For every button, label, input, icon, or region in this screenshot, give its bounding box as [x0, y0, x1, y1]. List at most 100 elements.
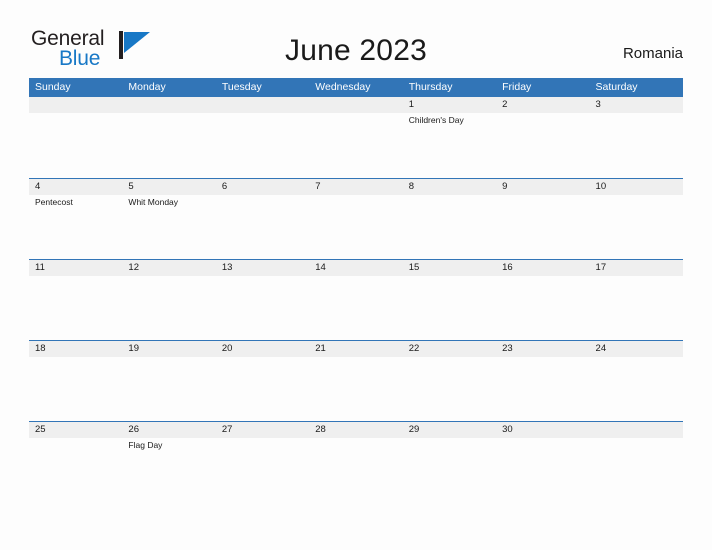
day-cell-26[interactable]: Flag Day	[122, 438, 215, 502]
day-cell-6[interactable]	[216, 195, 309, 259]
day-number-empty	[122, 97, 215, 113]
week-date-band: 18 19 20 21 22 23 24	[29, 341, 683, 357]
day-number-15[interactable]: 15	[403, 260, 496, 276]
day-cell-15[interactable]	[403, 276, 496, 340]
week-date-band: 11 12 13 14 15 16 17	[29, 260, 683, 276]
day-number-17[interactable]: 17	[590, 260, 683, 276]
day-cell-29[interactable]	[403, 438, 496, 502]
day-cell-23[interactable]	[496, 357, 589, 421]
week-date-band: 25 26 27 28 29 30	[29, 422, 683, 438]
calendar-weeks: 1 2 3 Children's Day 4 5 6 7 8 9 10 Pentecost Whit M…	[29, 97, 683, 502]
week-event-band	[29, 276, 683, 340]
day-number-19[interactable]: 19	[122, 341, 215, 357]
day-number-2[interactable]: 2	[496, 97, 589, 113]
holiday-event: Pentecost	[35, 197, 73, 207]
day-number-3[interactable]: 3	[590, 97, 683, 113]
page-header: General Blue June 2023 Romania	[0, 0, 712, 69]
day-number-23[interactable]: 23	[496, 341, 589, 357]
day-number-28[interactable]: 28	[309, 422, 402, 438]
day-cell-17[interactable]	[590, 276, 683, 340]
day-number-13[interactable]: 13	[216, 260, 309, 276]
day-number-26[interactable]: 26	[122, 422, 215, 438]
day-cell-2[interactable]	[496, 113, 589, 177]
day-cell-1[interactable]: Children's Day	[403, 113, 496, 177]
holiday-event: Flag Day	[128, 440, 163, 450]
day-number-8[interactable]: 8	[403, 179, 496, 195]
day-number-6[interactable]: 6	[216, 179, 309, 195]
weekday-header-sunday: Sunday	[35, 81, 71, 93]
day-cell-13[interactable]	[216, 276, 309, 340]
day-cell-28[interactable]	[309, 438, 402, 502]
day-cell-12[interactable]	[122, 276, 215, 340]
day-number-25[interactable]: 25	[29, 422, 122, 438]
weekday-header-thursday: Thursday	[408, 81, 453, 93]
week-event-band: Children's Day	[29, 113, 683, 177]
week-event-band: Flag Day	[29, 438, 683, 502]
calendar-grid: Sunday Monday Tuesday Wednesday Thursday Frid…	[29, 78, 683, 502]
region-label: Romania	[622, 45, 683, 62]
day-number-24[interactable]: 24	[590, 341, 683, 357]
day-cell-9[interactable]	[496, 195, 589, 259]
day-cell-empty	[216, 113, 309, 177]
day-number-22[interactable]: 22	[403, 341, 496, 357]
day-cell-10[interactable]	[590, 195, 683, 259]
day-cell-22[interactable]	[403, 357, 496, 421]
weekday-header-row: Sunday Monday Tuesday Wednesday Thursday Frid…	[29, 78, 683, 97]
week-date-band: 123	[29, 97, 683, 113]
day-number-18[interactable]: 18	[29, 341, 122, 357]
page-title: June 2023	[285, 34, 427, 67]
day-cell-19[interactable]	[122, 357, 215, 421]
holiday-event: Whit Monday	[128, 197, 179, 207]
day-number-16[interactable]: 16	[496, 260, 589, 276]
week-event-band	[29, 357, 683, 421]
day-cell-14[interactable]	[309, 276, 402, 340]
day-number-11[interactable]: 11	[29, 260, 122, 276]
day-number-27[interactable]: 27	[216, 422, 309, 438]
weekday-header-saturday: Saturday	[595, 81, 638, 93]
day-cell-11[interactable]	[29, 276, 122, 340]
day-cell-3[interactable]	[590, 113, 683, 177]
day-cell-25[interactable]	[29, 438, 122, 502]
day-cell-5[interactable]: Whit Monday	[122, 195, 215, 259]
day-number-21[interactable]: 21	[309, 341, 402, 357]
day-cell-7[interactable]	[309, 195, 402, 259]
calendar-week-row: 1 2 3 Children's Day	[29, 97, 683, 178]
holiday-event: Children's Day	[408, 115, 464, 125]
day-cell-21[interactable]	[309, 357, 402, 421]
day-number-empty	[216, 97, 309, 113]
day-cell-24[interactable]	[590, 357, 683, 421]
day-number-29[interactable]: 29	[403, 422, 496, 438]
calendar-week-row: 11 12 13 14 15 16 17	[29, 259, 683, 340]
day-number-1[interactable]: 1	[403, 97, 496, 113]
weekday-header-friday: Friday	[502, 81, 532, 93]
day-number-7[interactable]: 7	[309, 179, 402, 195]
day-cell-20[interactable]	[216, 357, 309, 421]
day-number-empty	[29, 97, 122, 113]
week-event-band: Pentecost Whit Monday	[29, 195, 683, 259]
day-cell-empty	[122, 113, 215, 177]
day-number-5[interactable]: 5	[122, 179, 215, 195]
day-cell-empty	[309, 113, 402, 177]
day-number-20[interactable]: 20	[216, 341, 309, 357]
day-number-10[interactable]: 10	[590, 179, 683, 195]
calendar-week-row: 25 26 27 28 29 30 Flag Day	[29, 421, 683, 502]
day-cell-8[interactable]	[403, 195, 496, 259]
day-cell-16[interactable]	[496, 276, 589, 340]
calendar-week-row: 4 5 6 7 8 9 10 Pentecost Whit Monday	[29, 178, 683, 259]
day-cell-empty	[590, 438, 683, 502]
day-number-9[interactable]: 9	[496, 179, 589, 195]
day-cell-18[interactable]	[29, 357, 122, 421]
day-cell-4[interactable]: Pentecost	[29, 195, 122, 259]
day-cell-empty	[29, 113, 122, 177]
calendar-page: General Blue June 2023 Romania Sunday Mon…	[0, 0, 712, 550]
day-cell-30[interactable]	[496, 438, 589, 502]
day-number-empty	[309, 97, 402, 113]
calendar-week-row: 18 19 20 21 22 23 24	[29, 340, 683, 421]
day-number-30[interactable]: 30	[496, 422, 589, 438]
day-cell-27[interactable]	[216, 438, 309, 502]
weekday-header-monday: Monday	[128, 81, 166, 93]
day-number-14[interactable]: 14	[309, 260, 402, 276]
day-number-empty	[590, 422, 683, 438]
day-number-4[interactable]: 4	[29, 179, 122, 195]
day-number-12[interactable]: 12	[122, 260, 215, 276]
